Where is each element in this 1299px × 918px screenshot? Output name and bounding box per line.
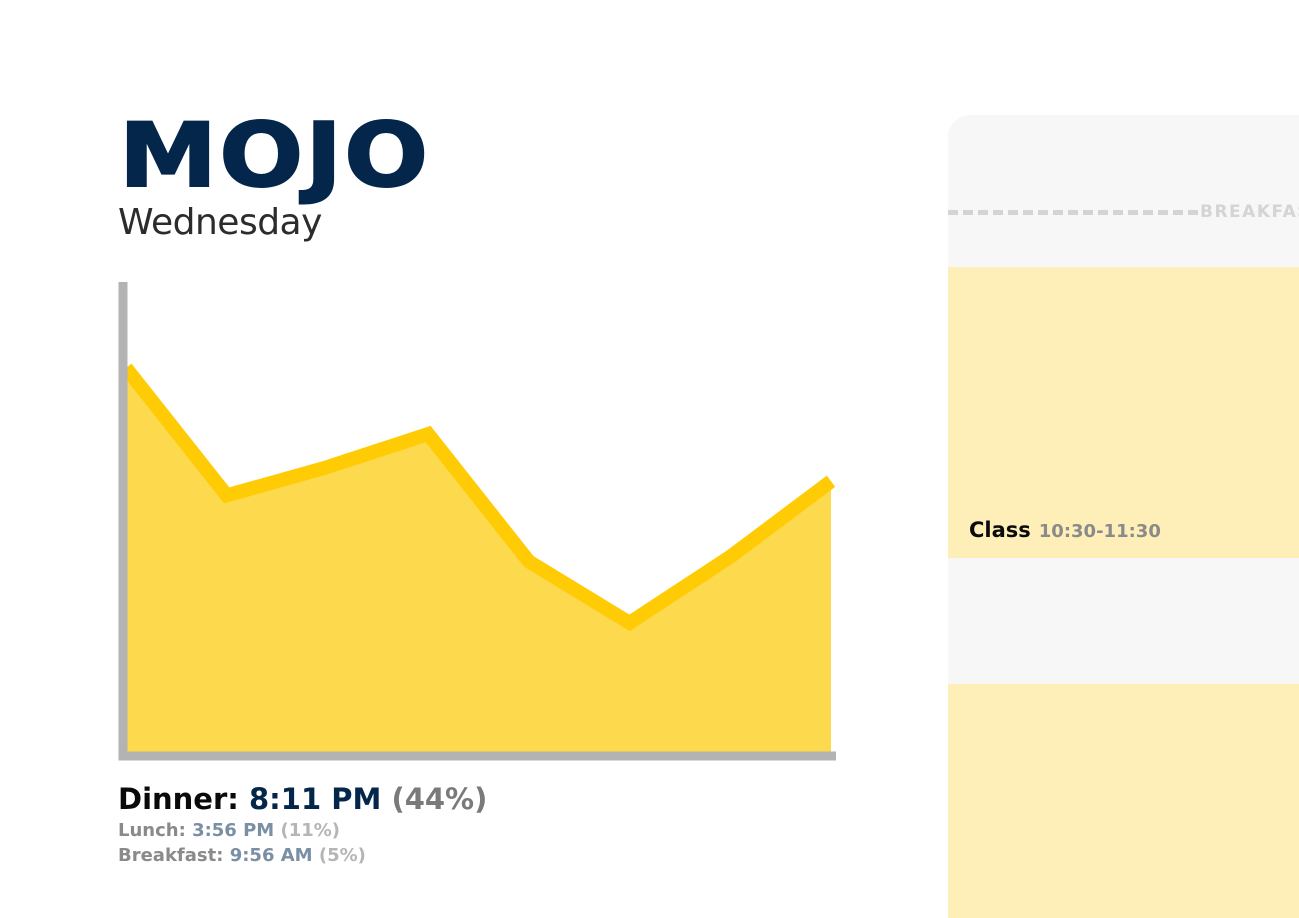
event-name: Class (969, 518, 1031, 542)
dinner-time: 8:11 PM (248, 782, 382, 816)
lunch-label: Lunch: (118, 820, 186, 841)
schedule-event-block[interactable] (948, 684, 1299, 918)
dinner-percent: (44%) (391, 782, 488, 816)
breakfast-time: 9:56 AM (229, 845, 313, 866)
event-title: Class 10:30-11:30 (969, 518, 1161, 542)
lunch-percent: (11%) (280, 820, 341, 841)
dinner-label: Dinner: (118, 782, 239, 816)
dinner-stat: Dinner: 8:11 PM (44%) (118, 780, 487, 818)
breakfast-marker-line (948, 210, 1198, 215)
schedule-panel[interactable]: BREAKFAST Class 10:30-11:30 (948, 115, 1299, 918)
breakfast-label: Breakfast: (118, 845, 224, 866)
page: MOJO Wednesday Dinner: 8:11 PM (44%) Lun… (0, 0, 1299, 918)
lunch-stat: Lunch: 3:56 PM (11%) (118, 818, 487, 843)
meal-stats: Dinner: 8:11 PM (44%) Lunch: 3:56 PM (11… (118, 780, 487, 868)
schedule-event-class[interactable]: Class 10:30-11:30 (948, 267, 1299, 558)
daily-activity-chart (118, 282, 836, 761)
event-time: 10:30-11:30 (1038, 521, 1161, 542)
lunch-time: 3:56 PM (192, 820, 275, 841)
chart-area-group (118, 282, 836, 761)
breakfast-stat: Breakfast: 9:56 AM (5%) (118, 843, 487, 868)
breakfast-marker-label: BREAKFAST (1200, 202, 1299, 222)
breakfast-percent: (5%) (318, 845, 366, 866)
